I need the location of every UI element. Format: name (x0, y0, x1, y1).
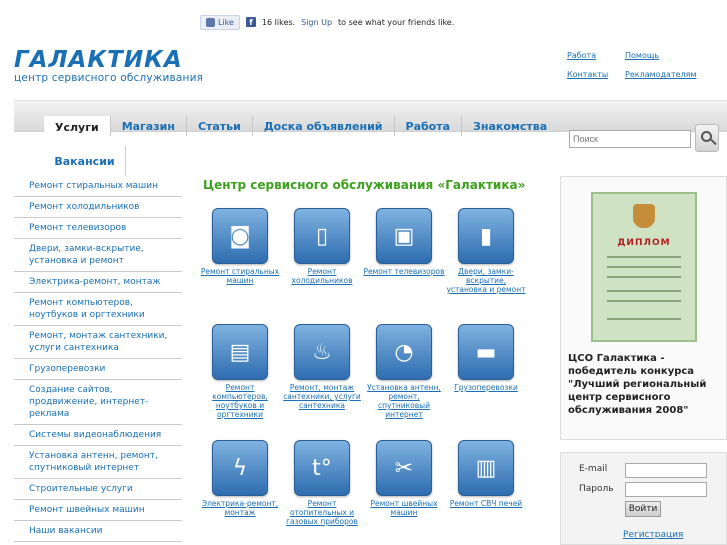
door-icon: ▮ (458, 208, 514, 264)
nav-tabs: Услуги Магазин Статьи Доска объявлений Р… (44, 116, 558, 138)
sidebar-item[interactable]: Системы видеонаблюдения (14, 425, 182, 446)
sidebar-item[interactable]: Установка антенн, ремонт, спутниковый ин… (14, 446, 182, 479)
crest-icon (633, 204, 655, 228)
email-label: E-mail (579, 464, 608, 474)
service-antenna[interactable]: ◔ Установка антенн, ремонт, спутниковый … (363, 324, 445, 419)
sidebar-item[interactable]: Грузоперевозки (14, 359, 182, 380)
service-heating[interactable]: t° Ремонт отопительных и газовых приборо… (281, 440, 363, 526)
logo-subtitle: центр сервисного обслуживания (14, 72, 204, 84)
faucet-icon: ♨ (294, 324, 350, 380)
tab-articles[interactable]: Статьи (185, 116, 252, 136)
sidebar-item[interactable]: Двери, замки-вскрытие, установка и ремон… (14, 239, 182, 272)
service-computer[interactable]: ▤ Ремонт компьютеров, ноутбуков и оргтех… (199, 324, 281, 419)
sidebar-item[interactable]: Ремонт стиральных машин (14, 176, 182, 197)
sidebar-item[interactable]: Ремонт компьютеров, ноутбуков и оргтехни… (14, 293, 182, 326)
sidebar-item[interactable]: Наши вакансии (14, 521, 182, 542)
login-button[interactable]: Войти (625, 501, 661, 517)
fridge-icon: ▯ (294, 208, 350, 264)
site-logo[interactable]: ГАЛАКТИКА центр сервисного обслуживания (14, 47, 204, 85)
facebook-like-button[interactable]: Like (200, 14, 240, 30)
service-microwave[interactable]: ▥ Ремонт СВЧ печей (445, 440, 527, 508)
logo-title: ГАЛАКТИКА (14, 47, 183, 73)
page-title: Центр сервисного обслуживания «Галактика… (203, 178, 526, 192)
sidebar-item[interactable]: Создание сайтов, продвижение, интернет-р… (14, 380, 182, 425)
sidebar-item[interactable]: Строительные услуги (14, 479, 182, 500)
award-text: ЦСО Галактика - победитель конкурса "Луч… (568, 353, 707, 416)
service-washer[interactable]: ◙ Ремонт стиральных машин (199, 208, 281, 285)
signup-link[interactable]: Sign Up (301, 18, 332, 27)
tab-work[interactable]: Работа (393, 116, 462, 136)
boiler-icon: t° (294, 440, 350, 496)
register-link[interactable]: Регистрация (623, 530, 683, 540)
service-plumbing[interactable]: ♨ Ремонт, монтаж сантехники, услуги сант… (281, 324, 363, 410)
like-label: Like (218, 17, 234, 27)
top-link-advertisers[interactable]: Рекламодателям (625, 70, 715, 79)
signup-suffix: to see what your friends like. (338, 17, 455, 27)
electric-icon: ϟ (212, 440, 268, 496)
tab-classifieds[interactable]: Доска объявлений (251, 116, 394, 136)
diploma-title: ДИПЛОМ (617, 238, 671, 248)
satellite-icon: ◔ (376, 324, 432, 380)
sidebar-item[interactable]: Ремонт холодильников (14, 197, 182, 218)
service-cargo[interactable]: ▬ Грузоперевозки (445, 324, 527, 392)
diploma-image[interactable]: ДИПЛОМ (591, 192, 697, 342)
computer-icon: ▤ (212, 324, 268, 380)
sidebar-item[interactable]: Ремонт швейных машин (14, 500, 182, 521)
microwave-icon: ▥ (458, 440, 514, 496)
search-button[interactable] (695, 124, 719, 152)
tab-dating[interactable]: Знакомства (461, 116, 558, 136)
password-field[interactable] (625, 482, 707, 497)
top-links: Работа Помощь Контакты Рекламодателям (567, 51, 717, 79)
sidebar-item[interactable]: Ремонт, монтаж сантехники, услуги сантех… (14, 326, 182, 359)
sidebar-item[interactable]: Ремонт телевизоров (14, 218, 182, 239)
tab-services[interactable]: Услуги (44, 116, 110, 138)
service-door[interactable]: ▮ Двери, замки-вскрытие, установка и рем… (445, 208, 527, 294)
service-fridge[interactable]: ▯ Ремонт холодильников (281, 208, 363, 285)
email-field[interactable] (625, 463, 707, 478)
truck-icon: ▬ (458, 324, 514, 380)
service-electric[interactable]: ϟ Электрика-ремонт, монтаж (199, 440, 281, 517)
thumbs-up-icon (206, 17, 215, 27)
top-link-contacts[interactable]: Контакты (567, 70, 625, 79)
award-box: ДИПЛОМ ЦСО Галактика - победитель конкур… (560, 176, 727, 440)
login-form: E-mail Пароль Войти Регистрация (560, 452, 727, 545)
facebook-icon: f (245, 17, 256, 27)
search-input[interactable] (569, 130, 691, 148)
tv-icon: ▣ (376, 208, 432, 264)
sidebar-item[interactable]: Электрика-ремонт, монтаж (14, 272, 182, 293)
sidebar-menu: Ремонт стиральных машин Ремонт холодильн… (14, 176, 182, 542)
facebook-bar: Like f 16 likes. Sign Up to see what you… (200, 13, 454, 31)
tab-shop[interactable]: Магазин (109, 116, 186, 136)
likes-count: 16 likes. (261, 17, 296, 27)
service-tv[interactable]: ▣ Ремонт телевизоров (363, 208, 445, 276)
sewing-icon: ✂ (376, 440, 432, 496)
top-link-work[interactable]: Работа (567, 51, 625, 60)
password-label: Пароль (579, 484, 614, 494)
service-sewing[interactable]: ✂ Ремонт швейных машин (363, 440, 445, 517)
page: Like f 16 likes. Sign Up to see what you… (0, 0, 727, 545)
top-link-help[interactable]: Помощь (625, 51, 715, 60)
tab-vacancies[interactable]: Вакансии (44, 146, 126, 176)
washer-icon: ◙ (212, 208, 268, 264)
